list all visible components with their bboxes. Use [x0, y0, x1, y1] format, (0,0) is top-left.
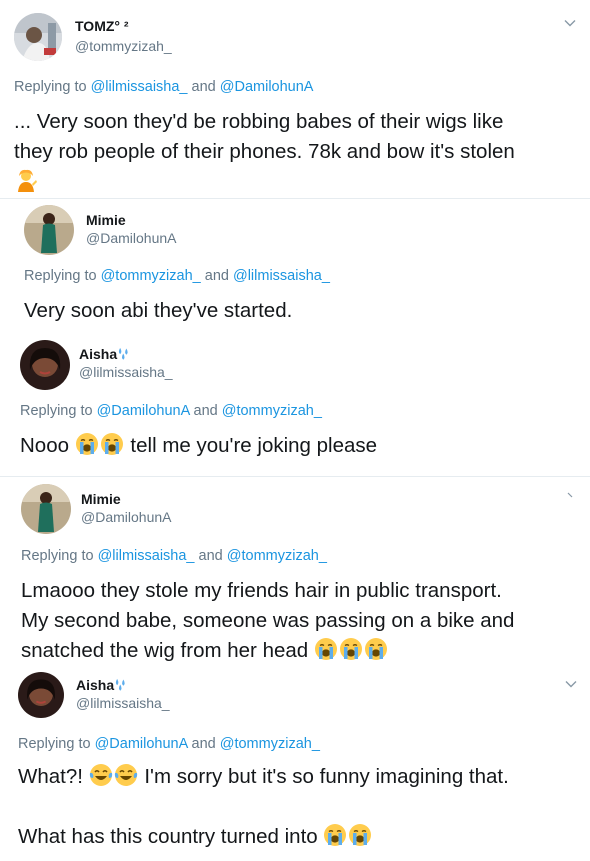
tweet-mimie-2[interactable]: Mimie @DamilohunA Replying to @lilmissai… — [0, 476, 590, 666]
divider — [0, 198, 590, 199]
user-handle[interactable]: @lilmissaisha_ — [76, 695, 170, 711]
replying-to: Replying to @DamilohunA and @tommyzizah_ — [20, 403, 322, 419]
loudly-crying-face-emoji — [75, 432, 99, 456]
tweet-text: Nooo tell me you're joking please — [20, 431, 377, 461]
avatar[interactable] — [14, 13, 62, 61]
display-name[interactable]: TOMZ° ² — [75, 18, 129, 34]
loudly-crying-face-emoji — [339, 637, 363, 661]
mention-link[interactable]: @tommyzizah_ — [222, 403, 322, 419]
tweet-text-part: I'm sorry but it's so funny imagining th… — [144, 765, 509, 788]
tweet-text-line: What has this country turned into — [18, 822, 509, 852]
display-name[interactable]: Mimie — [86, 212, 126, 228]
and-label: and — [191, 79, 216, 95]
mention-link[interactable]: @tommyzizah_ — [220, 736, 320, 752]
avatar-photo — [18, 672, 64, 718]
loudly-crying-face-emoji — [100, 432, 124, 456]
mention-link[interactable]: @tommyzizah_ — [227, 548, 327, 564]
user-handle[interactable]: @tommyzizah_ — [75, 38, 172, 54]
display-name[interactable]: Aisha — [76, 677, 129, 693]
avatar-photo — [24, 205, 74, 255]
and-label: and — [191, 736, 216, 752]
mention-link[interactable]: @DamilohunA — [220, 79, 314, 95]
and-label: and — [204, 268, 229, 284]
chevron-down-icon[interactable] — [564, 677, 578, 691]
sweat-droplets-emoji — [114, 677, 129, 692]
display-name[interactable]: Mimie — [81, 491, 121, 507]
chevron-down-icon[interactable] — [563, 16, 577, 30]
tweet-text-part: What?! — [18, 765, 83, 788]
tweet-text-part: snatched the wig from her head — [21, 639, 309, 662]
avatar-photo — [20, 340, 70, 390]
and-label: and — [193, 403, 218, 419]
tweet-text-line: ... Very soon they'd be robbing babes of… — [14, 110, 504, 133]
tweet-text-line: they rob people of their phones. 78k and… — [14, 140, 515, 163]
replying-label: Replying to — [18, 736, 91, 752]
tweet-text-line: My second babe, someone was passing on a… — [21, 609, 515, 632]
tweet-tomz[interactable]: TOMZ° ² @tommyzizah_ Replying to @lilmis… — [0, 0, 590, 200]
user-handle[interactable]: @DamilohunA — [81, 509, 171, 525]
mention-link[interactable]: @lilmissaisha_ — [233, 268, 330, 284]
replying-label: Replying to — [24, 268, 97, 284]
display-name[interactable]: Aisha — [79, 346, 132, 362]
divider — [0, 476, 590, 477]
loudly-crying-face-emoji — [314, 637, 338, 661]
avatar[interactable] — [20, 340, 70, 390]
avatar-photo — [14, 13, 62, 61]
loudly-crying-face-emoji — [348, 823, 372, 847]
mention-link[interactable]: @DamilohunA — [97, 403, 190, 419]
tweet-text: What?! I'm sorry but it's so funny imagi… — [18, 762, 509, 852]
tweet-mimie-1[interactable]: Mimie @DamilohunA Replying to @tommyziza… — [0, 198, 590, 338]
tweet-text: Lmaooo they stole my friends hair in pub… — [21, 576, 514, 666]
mention-link[interactable]: @DamilohunA — [95, 736, 188, 752]
and-label: and — [198, 548, 223, 564]
tweet-text-part: What has this country turned into — [18, 825, 318, 848]
avatar[interactable] — [21, 484, 71, 534]
tweet-aisha-1[interactable]: Aisha @lilmissaisha_ Replying to @Damilo… — [0, 335, 590, 475]
user-handle[interactable]: @lilmissaisha_ — [79, 364, 173, 380]
display-name-text: Aisha — [76, 677, 115, 693]
person-tipping-hand-emoji — [18, 169, 37, 192]
tweet-text-line — [14, 167, 515, 197]
replying-label: Replying to — [21, 548, 94, 564]
replying-to: Replying to @DamilohunA and @tommyzizah_ — [18, 736, 320, 752]
replying-label: Replying to — [14, 79, 87, 95]
face-with-tears-of-joy-emoji — [114, 763, 138, 787]
avatar-photo — [21, 484, 71, 534]
tweet-text: ... Very soon they'd be robbing babes of… — [14, 107, 515, 197]
loudly-crying-face-emoji — [323, 823, 347, 847]
mention-link[interactable]: @tommyzizah_ — [101, 268, 201, 284]
replying-to: Replying to @lilmissaisha_ and @tommyziz… — [21, 548, 327, 564]
replying-label: Replying to — [20, 403, 93, 419]
tweet-text-line: What?! I'm sorry but it's so funny imagi… — [18, 762, 509, 792]
replying-to: Replying to @lilmissaisha_ and @Damilohu… — [14, 79, 313, 95]
mention-link[interactable]: @lilmissaisha_ — [98, 548, 195, 564]
face-with-tears-of-joy-emoji — [89, 763, 113, 787]
tweet-text-line: Lmaooo they stole my friends hair in pub… — [21, 579, 502, 602]
chevron-icon[interactable] — [566, 491, 576, 501]
sweat-droplets-emoji — [117, 346, 132, 361]
user-handle[interactable]: @DamilohunA — [86, 230, 176, 246]
tweet-text-part: Nooo — [20, 434, 70, 457]
tweet-text-part: tell me you're joking please — [130, 434, 378, 457]
tweet-aisha-2[interactable]: Aisha @lilmissaisha_ Replying to @Damilo… — [0, 665, 590, 861]
avatar[interactable] — [18, 672, 64, 718]
avatar[interactable] — [24, 205, 74, 255]
display-name-text: Aisha — [79, 346, 118, 362]
tweet-text-line: snatched the wig from her head — [21, 636, 514, 666]
tweet-text: Very soon abi they've started. — [24, 299, 293, 322]
mention-link[interactable]: @lilmissaisha_ — [91, 79, 188, 95]
replying-to: Replying to @tommyzizah_ and @lilmissais… — [24, 268, 330, 284]
loudly-crying-face-emoji — [364, 637, 388, 661]
